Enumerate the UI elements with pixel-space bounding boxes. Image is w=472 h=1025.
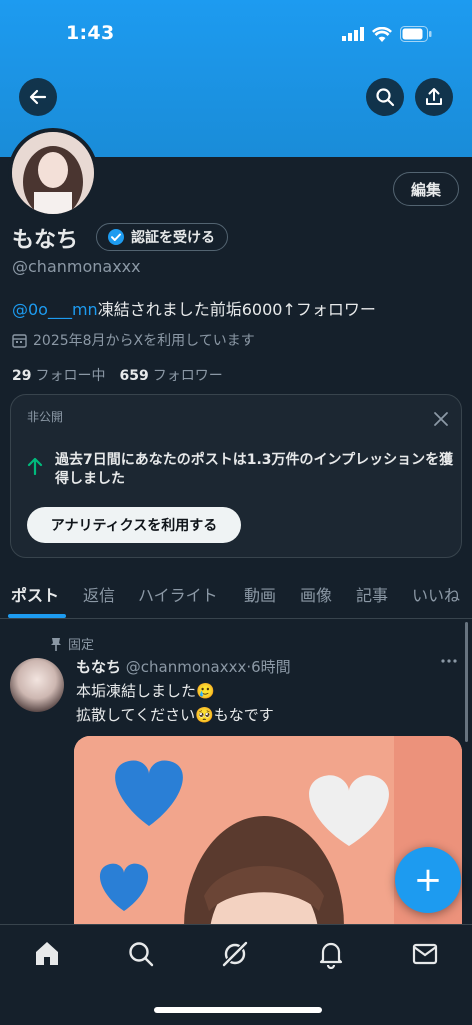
pin-icon bbox=[51, 637, 61, 651]
get-verified-label: 認証を受ける bbox=[131, 230, 215, 246]
status-icons bbox=[342, 26, 432, 42]
post-meta: @chanmonaxxx·6時間 bbox=[125, 658, 291, 676]
nav-messages[interactable] bbox=[410, 939, 440, 969]
tab-images[interactable]: 画像 bbox=[300, 582, 332, 606]
analytics-button[interactable]: アナリティクスを利用する bbox=[27, 507, 241, 543]
verified-badge-icon bbox=[108, 229, 124, 245]
pinned-label: 固定 bbox=[68, 638, 95, 653]
joined-date: 2025年8月からXを利用しています bbox=[12, 330, 255, 350]
nav-notifications[interactable] bbox=[316, 939, 346, 970]
arrow-up-icon bbox=[27, 457, 43, 480]
followers-link[interactable]: 659 フォロワー bbox=[119, 365, 222, 385]
active-tab-indicator bbox=[8, 614, 66, 618]
following-count: 29 bbox=[12, 368, 32, 384]
post-more-button[interactable] bbox=[440, 652, 458, 675]
more-icon bbox=[441, 659, 457, 663]
notifications-icon bbox=[319, 942, 343, 970]
back-button[interactable] bbox=[19, 78, 57, 116]
search-icon bbox=[376, 88, 395, 107]
pinned-indicator: 固定 bbox=[50, 634, 94, 653]
following-label: フォロー中 bbox=[35, 368, 106, 384]
avatar-photo bbox=[12, 132, 94, 214]
post-header: もなち @chanmonaxxx·6時間 bbox=[76, 656, 291, 677]
share-icon bbox=[426, 88, 442, 105]
edit-profile-button[interactable]: 編集 bbox=[393, 172, 459, 206]
home-icon bbox=[36, 942, 58, 965]
status-time: 1:43 bbox=[66, 22, 115, 44]
post-text-line1: 本垢凍結しました🥲 bbox=[76, 682, 215, 700]
profile-bio: @0o___mn凍結されました前垢6000↑フォロワー bbox=[12, 296, 376, 320]
battery-icon bbox=[400, 26, 432, 42]
profile-handle: @chanmonaxxx bbox=[12, 257, 141, 276]
back-arrow-icon bbox=[29, 89, 47, 105]
signal-icon bbox=[342, 27, 364, 41]
profile-tabs: ポスト 返信 ハイライト 動画 画像 記事 いいね bbox=[0, 574, 472, 619]
impressions-text: 過去7日間にあなたのポストは1.3万件のインプレッションを獲得しました bbox=[55, 452, 454, 487]
explore-icon bbox=[129, 942, 154, 967]
followers-count: 659 bbox=[119, 368, 149, 384]
bio-text: 凍結されました前垢6000↑フォロワー bbox=[97, 300, 376, 319]
nav-grok[interactable] bbox=[220, 939, 250, 969]
messages-icon bbox=[412, 943, 438, 965]
bio-mention-link[interactable]: @0o___mn bbox=[12, 300, 98, 319]
tab-posts[interactable]: ポスト bbox=[11, 582, 59, 606]
post-text-line2: 拡散してください🥺もなです bbox=[76, 706, 274, 724]
profile-avatar[interactable] bbox=[8, 128, 98, 218]
impressions-card: 非公開 過去7日間にあなたのポストは1.3万件のインプレッションを獲得しました … bbox=[10, 394, 462, 558]
followers-label: フォロワー bbox=[152, 368, 223, 384]
close-card-button[interactable] bbox=[433, 403, 449, 433]
tab-highlights[interactable]: ハイライト bbox=[138, 582, 218, 606]
calendar-icon bbox=[12, 333, 27, 348]
follow-stats: 29 フォロー中 659 フォロワー bbox=[12, 365, 223, 385]
post-avatar[interactable] bbox=[10, 658, 64, 712]
tab-likes[interactable]: いいね bbox=[412, 582, 460, 606]
close-icon bbox=[434, 412, 448, 426]
scrollbar[interactable] bbox=[465, 622, 468, 742]
tab-videos[interactable]: 動画 bbox=[244, 582, 276, 606]
profile-name: もなち bbox=[12, 228, 79, 253]
nav-explore[interactable] bbox=[126, 939, 156, 969]
joined-label: 2025年8月からXを利用しています bbox=[33, 333, 255, 349]
tab-articles[interactable]: 記事 bbox=[356, 582, 388, 606]
compose-button[interactable]: + bbox=[395, 847, 461, 913]
home-indicator bbox=[154, 1007, 322, 1013]
wifi-icon bbox=[372, 26, 392, 42]
post-author[interactable]: もなち bbox=[76, 658, 121, 676]
get-verified-button[interactable]: 認証を受ける bbox=[96, 223, 228, 251]
search-button[interactable] bbox=[366, 78, 404, 116]
nav-home[interactable] bbox=[32, 939, 62, 969]
following-link[interactable]: 29 フォロー中 bbox=[12, 365, 105, 385]
grok-icon bbox=[222, 941, 248, 967]
share-button[interactable] bbox=[415, 78, 453, 116]
private-label: 非公開 bbox=[27, 410, 64, 424]
tab-replies[interactable]: 返信 bbox=[83, 582, 115, 606]
